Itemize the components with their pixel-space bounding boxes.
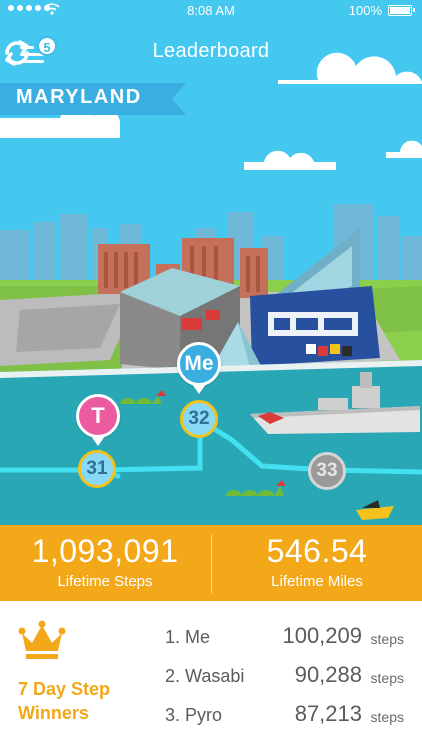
lifetime-stats: 1,093,091 Lifetime Steps 546.54 Lifetime… xyxy=(0,525,422,601)
steps-unit: steps xyxy=(370,670,404,686)
steps-unit: steps xyxy=(370,709,404,725)
status-bar: 8:08 AM 100% xyxy=(0,0,422,22)
winner-steps: 90,288 xyxy=(294,662,362,687)
crown-icon xyxy=(18,620,66,659)
pin-me[interactable]: Me xyxy=(177,342,221,394)
stop-31[interactable]: 31 xyxy=(78,450,116,488)
page-title: Leaderboard xyxy=(152,40,270,62)
nav-bar: 5 Leaderboard xyxy=(0,30,422,76)
lifetime-steps: 1,093,091 Lifetime Steps xyxy=(0,533,210,591)
winners-title-line2: Winners xyxy=(18,703,89,723)
winners-title: 7 Day Step Winners xyxy=(18,677,138,725)
state-name: MARYLAND xyxy=(16,86,142,108)
winner-steps: 100,209 xyxy=(282,623,362,648)
lifetime-steps-label: Lifetime Steps xyxy=(57,573,153,590)
winner-name: 3. Pyro xyxy=(165,705,223,725)
state-ribbon: MARYLAND xyxy=(0,83,186,115)
winner-name: 2. Wasabi xyxy=(165,666,245,686)
winners-title-line1: 7 Day Step xyxy=(18,679,111,699)
step-winners-panel: 7 Day Step Winners 1. Me 100,209 steps 2… xyxy=(0,601,422,750)
winner-name: 1. Me xyxy=(165,627,211,647)
battery-percentage: 100% xyxy=(348,3,382,18)
stop-32[interactable]: 32 xyxy=(180,400,218,438)
battery-icon xyxy=(388,5,415,16)
map-scene[interactable]: 8:08 AM 100% 5 Leaderboard MARYLAND Me T… xyxy=(0,0,422,525)
lifetime-miles: 546.54 Lifetime Miles xyxy=(212,533,422,591)
refresh-icon[interactable] xyxy=(0,36,34,70)
lifetime-miles-label: Lifetime Miles xyxy=(271,573,363,590)
pin-t[interactable]: T xyxy=(76,394,120,446)
city-illustration xyxy=(0,0,422,525)
lifetime-miles-value: 546.54 xyxy=(266,533,368,569)
winner-row[interactable]: 1. Me 100,209 steps xyxy=(165,623,410,653)
lifetime-steps-value: 1,093,091 xyxy=(31,533,179,569)
winner-row[interactable]: 3. Pyro 87,213 steps xyxy=(165,701,410,731)
winner-steps: 87,213 xyxy=(294,701,362,726)
winner-row[interactable]: 2. Wasabi 90,288 steps xyxy=(165,662,410,692)
steps-unit: steps xyxy=(370,631,404,647)
stop-33[interactable]: 33 xyxy=(308,452,346,490)
